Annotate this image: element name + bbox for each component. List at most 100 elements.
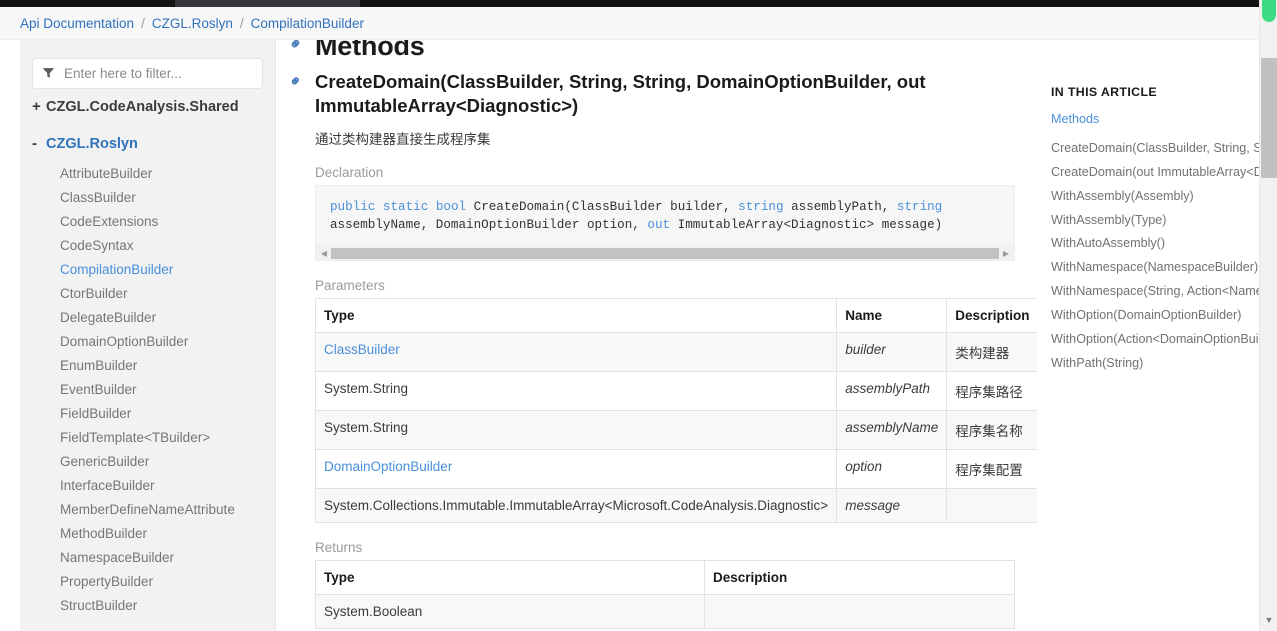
- toc-namespace-group: - CZGL.Roslyn AttributeBuilder ClassBuild…: [20, 126, 275, 622]
- sidebar-item-delegatebuilder[interactable]: DelegateBuilder: [20, 306, 275, 330]
- breadcrumb-item-compilationbuilder[interactable]: CompilationBuilder: [251, 16, 364, 31]
- article-content: ⚭ Methods ⚭ CreateDomain(ClassBuilder, S…: [277, 40, 1037, 631]
- table-row: DomainOptionBuilder option 程序集配置: [314, 449, 1037, 490]
- parameters-table: Type Name Description ClassBuilder builde…: [314, 298, 1037, 524]
- sidebar-item-interfacebuilder[interactable]: InterfaceBuilder: [20, 474, 275, 498]
- toc-namespace-group: + CZGL.Roslyn.States: [20, 622, 275, 631]
- expand-plus-icon[interactable]: +: [32, 98, 46, 116]
- param-name-cell: option: [836, 449, 948, 490]
- code-keyword: static: [382, 199, 429, 214]
- sidebar-item-fieldbuilder[interactable]: FieldBuilder: [20, 402, 275, 426]
- search-input[interactable]: [32, 58, 263, 89]
- rail-item[interactable]: WithAssembly(Type): [1037, 209, 1259, 233]
- param-name-cell: assemblyName: [836, 410, 948, 451]
- breadcrumb-separator: /: [141, 15, 145, 31]
- declaration-code: public static bool CreateDomain(ClassBui…: [316, 186, 1014, 246]
- sidebar-item-enumbuilder[interactable]: EnumBuilder: [20, 354, 275, 378]
- rail-item[interactable]: WithNamespace(NamespaceBuilder): [1037, 256, 1259, 280]
- code-keyword: string: [896, 199, 943, 214]
- column-header-description: Description: [946, 298, 1037, 334]
- sidebar-item-label: CZGL.CodeAnalysis.Shared: [46, 99, 239, 115]
- anchor-link-icon[interactable]: ⚭: [285, 70, 308, 93]
- rail-item[interactable]: CreateDomain(ClassBuilder, String, Stri: [1037, 137, 1259, 161]
- scrollbar-thumb[interactable]: [1261, 58, 1277, 178]
- table-header-row: Type Description: [315, 560, 1015, 596]
- sidebar-item-compilationbuilder[interactable]: CompilationBuilder: [20, 258, 275, 282]
- collapse-minus-icon[interactable]: -: [32, 135, 46, 153]
- breadcrumb: Api Documentation / CZGL.Roslyn / Compil…: [0, 7, 1259, 40]
- table-header-row: Type Name Description: [314, 298, 1037, 334]
- scroll-position-indicator: [1262, 0, 1276, 22]
- scroll-right-arrow-icon[interactable]: ▶: [999, 247, 1013, 260]
- sidebar-item-methodbuilder[interactable]: MethodBuilder: [20, 522, 275, 546]
- sidebar-item-structbuilder[interactable]: StructBuilder: [20, 594, 275, 618]
- column-header-description: Description: [704, 560, 1015, 596]
- sidebar-item-attributebuilder[interactable]: AttributeBuilder: [20, 162, 275, 186]
- sidebar-item-label: CZGL.Roslyn: [46, 135, 138, 152]
- browser-active-tab[interactable]: [175, 0, 360, 7]
- rail-item[interactable]: WithNamespace(String, Action<Names: [1037, 280, 1259, 304]
- param-type-cell: DomainOptionBuilder: [314, 449, 838, 490]
- code-keyword: string: [738, 199, 784, 214]
- sidebar-item-classbuilder[interactable]: ClassBuilder: [20, 186, 275, 210]
- toc-namespace-group: + CZGL.CodeAnalysis.Shared: [20, 89, 275, 126]
- scroll-down-arrow-icon[interactable]: ▼: [1260, 612, 1277, 628]
- sidebar-item-czgl-roslyn[interactable]: - CZGL.Roslyn: [20, 126, 275, 163]
- rail-title: IN THIS ARTICLE: [1051, 85, 1157, 99]
- param-name-cell: builder: [836, 332, 948, 373]
- sidebar-item-codesyntax[interactable]: CodeSyntax: [20, 234, 275, 258]
- breadcrumb-item-czgl-roslyn[interactable]: CZGL.Roslyn: [152, 16, 233, 31]
- sidebar-item-czgl-codeanalysis-shared[interactable]: + CZGL.CodeAnalysis.Shared: [20, 89, 275, 126]
- table-row: System.Boolean: [315, 594, 1015, 630]
- code-keyword: public: [330, 199, 376, 214]
- param-type-cell: ClassBuilder: [314, 332, 838, 373]
- rail-item[interactable]: WithPath(String): [1037, 352, 1259, 376]
- code-horizontal-scrollbar[interactable]: ◀ ▶: [316, 245, 1014, 261]
- declaration-label: Declaration: [315, 164, 384, 180]
- scroll-left-arrow-icon[interactable]: ◀: [317, 247, 331, 260]
- rail-item[interactable]: WithAutoAssembly(): [1037, 232, 1259, 256]
- param-type-cell: System.Collections.Immutable.ImmutableAr…: [314, 488, 838, 524]
- sidebar-item-eventbuilder[interactable]: EventBuilder: [20, 378, 275, 402]
- browser-chrome-strip: [0, 0, 1277, 7]
- sidebar-item-ctorbuilder[interactable]: CtorBuilder: [20, 282, 275, 306]
- section-heading-text: Methods: [315, 40, 425, 61]
- sidebar-item-fieldtemplate-tbuilder[interactable]: FieldTemplate<TBuilder>: [20, 426, 275, 450]
- sidebar-item-domainoptionbuilder[interactable]: DomainOptionBuilder: [20, 330, 275, 354]
- param-name-cell: assemblyPath: [836, 371, 948, 412]
- rail-item[interactable]: WithOption(DomainOptionBuilder): [1037, 304, 1259, 328]
- code-text: assemblyPath,: [783, 199, 897, 214]
- table-row: System.String assemblyPath 程序集路径: [314, 371, 1037, 412]
- rail-item[interactable]: CreateDomain(out ImmutableArray<Di: [1037, 161, 1259, 185]
- page-title: ⚭ Methods: [286, 40, 1037, 62]
- code-text: CreateDomain(ClassBuilder builder,: [466, 199, 739, 214]
- vertical-scrollbar[interactable]: ▼: [1259, 0, 1277, 631]
- sidebar-item-czgl-roslyn-states[interactable]: + CZGL.Roslyn.States: [20, 622, 275, 631]
- breadcrumb-separator: /: [239, 15, 244, 31]
- column-header-type: Type: [314, 298, 838, 334]
- sidebar-item-propertybuilder[interactable]: PropertyBuilder: [20, 570, 275, 594]
- sidebar-item-memberdefinenameattribute[interactable]: MemberDefineNameAttribute: [20, 498, 275, 522]
- rail-item[interactable]: WithAssembly(Assembly): [1037, 185, 1259, 209]
- toc-namespace-list: + CZGL.CodeAnalysis.Shared - CZGL.Roslyn…: [20, 89, 275, 631]
- toc-child-list: AttributeBuilder ClassBuilder CodeExtensio…: [20, 162, 275, 621]
- in-this-article-rail: IN THIS ARTICLE Methods CreateDomain(Clas…: [1037, 40, 1259, 631]
- param-type-cell: System.String: [314, 371, 838, 412]
- sidebar-item-namespacebuilder[interactable]: NamespaceBuilder: [20, 546, 275, 570]
- param-description-cell: 程序集名称: [946, 410, 1037, 451]
- param-type-link[interactable]: DomainOptionBuilder: [324, 459, 452, 474]
- column-header-type: Type: [315, 560, 705, 596]
- rail-item[interactable]: Methods: [1037, 108, 1259, 132]
- sidebar-item-codeextensions[interactable]: CodeExtensions: [20, 210, 275, 234]
- breadcrumb-item-api-documentation[interactable]: Api Documentation: [20, 16, 134, 31]
- param-type-link[interactable]: ClassBuilder: [324, 342, 400, 357]
- anchor-link-icon[interactable]: ⚭: [286, 40, 308, 56]
- code-keyword: out: [647, 218, 671, 233]
- code-text: ImmutableArray<Diagnostic> message): [670, 218, 943, 233]
- scrollbar-thumb[interactable]: [331, 247, 999, 259]
- rail-item[interactable]: WithOption(Action<DomainOptionBuil: [1037, 328, 1259, 352]
- sidebar-item-genericbuilder[interactable]: GenericBuilder: [20, 450, 275, 474]
- table-row: System.String assemblyName 程序集名称: [314, 410, 1037, 451]
- param-description-cell: [946, 488, 1037, 524]
